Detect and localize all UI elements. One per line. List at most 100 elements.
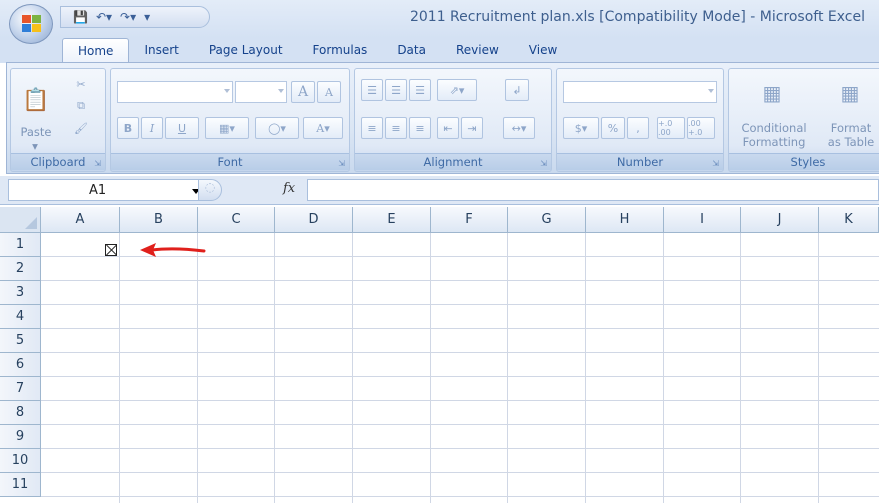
format-as-table-label-2[interactable]: as Table — [821, 135, 879, 149]
conditional-formatting-label[interactable]: Conditional — [733, 121, 815, 135]
alignment-launcher-icon[interactable]: ⇲ — [540, 159, 547, 168]
customize-qat-icon[interactable]: ▾ — [144, 10, 150, 24]
align-center-icon[interactable]: ≡ — [385, 117, 407, 139]
merge-center-icon[interactable]: ↔▾ — [503, 117, 535, 139]
red-arrow-annotation — [140, 243, 206, 257]
row-header-5[interactable]: 5 — [0, 329, 41, 353]
clipboard-group-label: Clipboard — [11, 153, 105, 170]
orientation-icon[interactable]: ⇗▾ — [437, 79, 477, 101]
format-painter-icon[interactable]: 🖌 — [71, 119, 91, 137]
save-icon[interactable]: 💾 — [73, 10, 88, 24]
worksheet-grid[interactable]: A B C D E F G H I J K 1 2 3 4 5 6 7 8 9 … — [0, 207, 879, 503]
comma-style-button[interactable]: , — [627, 117, 649, 139]
conditional-formatting-label-2[interactable]: Formatting — [733, 135, 815, 149]
gridline — [41, 496, 879, 497]
gridline — [818, 233, 819, 503]
column-header-j[interactable]: J — [741, 207, 819, 233]
row-header-1[interactable]: 1 — [0, 233, 41, 257]
fill-color-icon[interactable]: ◯▾ — [255, 117, 299, 139]
select-all-corner[interactable] — [0, 207, 41, 233]
format-as-table-icon[interactable]: ▦ — [831, 75, 869, 111]
number-launcher-icon[interactable]: ⇲ — [712, 159, 719, 168]
undo-icon[interactable]: ↶▾ — [96, 10, 112, 24]
paste-dropdown-icon[interactable]: ▾ — [29, 139, 41, 153]
cut-icon[interactable]: ✂ — [71, 75, 91, 93]
conditional-formatting-icon[interactable]: ▦ — [753, 75, 791, 111]
column-header-i[interactable]: I — [664, 207, 741, 233]
font-color-button[interactable]: A ▾ — [303, 117, 343, 139]
align-right-icon[interactable]: ≡ — [409, 117, 431, 139]
column-header-e[interactable]: E — [353, 207, 431, 233]
row-header-6[interactable]: 6 — [0, 353, 41, 377]
redo-icon[interactable]: ↷▾ — [120, 10, 136, 24]
increase-indent-icon[interactable]: ⇥ — [461, 117, 483, 139]
grow-font-button[interactable]: A — [291, 81, 315, 103]
column-header-d[interactable]: D — [275, 207, 353, 233]
bold-button[interactable]: B — [117, 117, 139, 139]
alignment-group: ☰ ☰ ☰ ⇗▾ ↲ ≡ ≡ ≡ ⇤ ⇥ ↔▾ Alignment ⇲ — [354, 68, 552, 172]
number-group: $▾ % , +.0 .00 .00 +.0 Number ⇲ — [556, 68, 724, 172]
name-box[interactable]: A1 — [8, 179, 206, 201]
gridline — [274, 233, 275, 503]
font-launcher-icon[interactable]: ⇲ — [338, 159, 345, 168]
clipboard-group: 📋 Paste ▾ ✂ ⧉ 🖌 Clipboard ⇲ — [10, 68, 106, 172]
number-group-label: Number — [557, 153, 723, 170]
tab-page-layout[interactable]: Page Layout — [194, 38, 298, 63]
decrease-indent-icon[interactable]: ⇤ — [437, 117, 459, 139]
paste-icon[interactable]: 📋 — [19, 77, 53, 123]
copy-icon[interactable]: ⧉ — [71, 97, 91, 115]
column-header-g[interactable]: G — [508, 207, 586, 233]
row-header-3[interactable]: 3 — [0, 281, 41, 305]
row-header-4[interactable]: 4 — [0, 305, 41, 329]
quick-access-toolbar: 💾 ↶▾ ↷▾ ▾ — [60, 6, 210, 28]
tab-data[interactable]: Data — [382, 38, 441, 63]
decrease-decimal-button[interactable]: .00 +.0 — [687, 117, 715, 139]
insert-function-icon[interactable]: fx — [283, 181, 295, 196]
italic-button[interactable]: I — [141, 117, 163, 139]
gridline — [352, 233, 353, 503]
tab-review[interactable]: Review — [441, 38, 514, 63]
ribbon: 📋 Paste ▾ ✂ ⧉ 🖌 Clipboard ⇲ A A B I U ▦▾… — [6, 62, 879, 174]
column-header-k[interactable]: K — [819, 207, 879, 233]
formula-bar-splitter[interactable]: ◌ — [198, 179, 222, 201]
percent-style-button[interactable]: % — [601, 117, 625, 139]
row-header-11[interactable]: 11 — [0, 473, 41, 497]
gridline — [41, 376, 879, 377]
clipboard-launcher-icon[interactable]: ⇲ — [94, 159, 101, 168]
tab-formulas[interactable]: Formulas — [298, 38, 383, 63]
column-header-h[interactable]: H — [586, 207, 664, 233]
tab-view[interactable]: View — [514, 38, 572, 63]
row-header-10[interactable]: 10 — [0, 449, 41, 473]
row-header-8[interactable]: 8 — [0, 401, 41, 425]
row-header-7[interactable]: 7 — [0, 377, 41, 401]
row-header-9[interactable]: 9 — [0, 425, 41, 449]
font-size-combo[interactable] — [235, 81, 287, 103]
broken-checkbox-object[interactable] — [105, 244, 117, 256]
align-middle-icon[interactable]: ☰ — [385, 79, 407, 101]
align-top-icon[interactable]: ☰ — [361, 79, 383, 101]
styles-group: ▦ Conditional Formatting ▦ Format as Tab… — [728, 68, 879, 172]
gridline — [41, 424, 879, 425]
column-header-c[interactable]: C — [198, 207, 275, 233]
formula-input[interactable] — [307, 179, 879, 201]
align-bottom-icon[interactable]: ☰ — [409, 79, 431, 101]
wrap-text-icon[interactable]: ↲ — [505, 79, 529, 101]
increase-decimal-button[interactable]: +.0 .00 — [657, 117, 685, 139]
shrink-font-button[interactable]: A — [317, 81, 341, 103]
font-name-combo[interactable] — [117, 81, 233, 103]
format-as-table-label[interactable]: Format — [821, 121, 879, 135]
accounting-format-icon[interactable]: $▾ — [563, 117, 599, 139]
align-left-icon[interactable]: ≡ — [361, 117, 383, 139]
row-header-2[interactable]: 2 — [0, 257, 41, 281]
tab-home[interactable]: Home — [62, 38, 130, 63]
column-header-f[interactable]: F — [431, 207, 508, 233]
office-button[interactable] — [9, 4, 53, 44]
underline-button[interactable]: U — [165, 117, 199, 139]
number-format-combo[interactable] — [563, 81, 717, 103]
column-header-b[interactable]: B — [120, 207, 198, 233]
alignment-group-label: Alignment — [355, 153, 551, 170]
borders-icon[interactable]: ▦▾ — [205, 117, 249, 139]
tab-insert[interactable]: Insert — [129, 38, 193, 63]
column-header-a[interactable]: A — [41, 207, 120, 233]
ribbon-tabs: Home Insert Page Layout Formulas Data Re… — [62, 38, 572, 63]
